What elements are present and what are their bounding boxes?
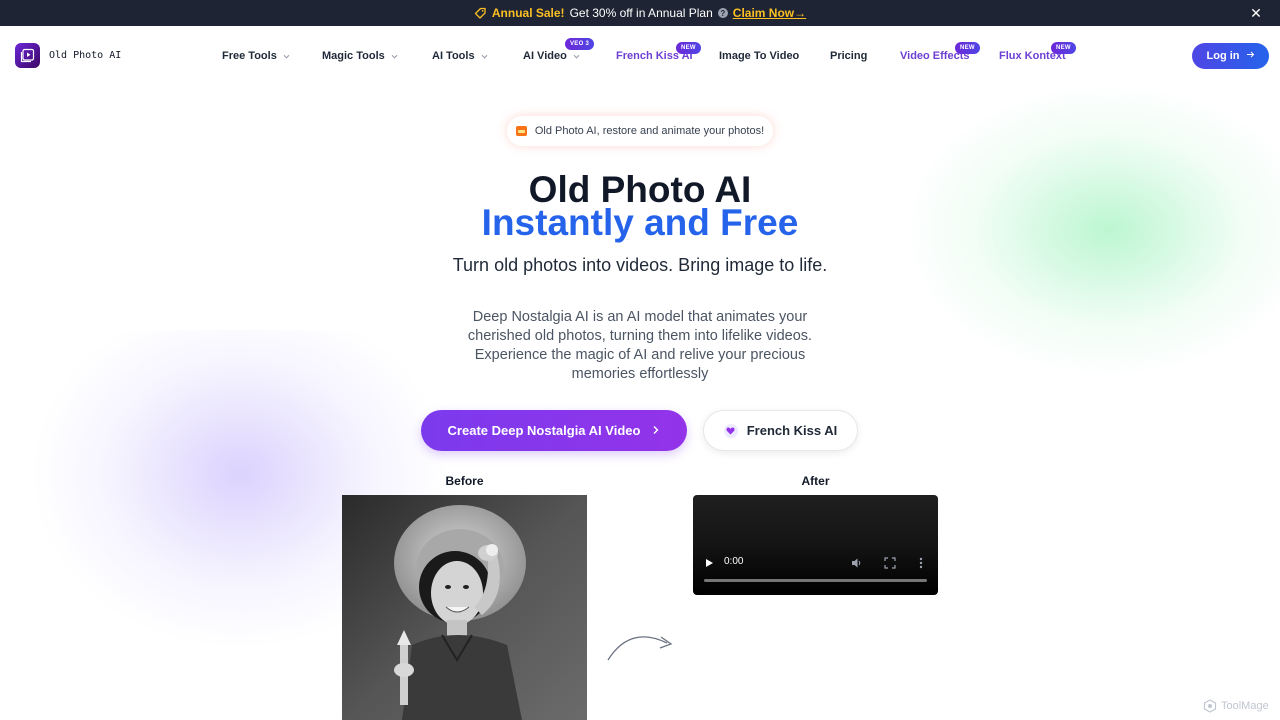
- chevron-down-icon: [573, 54, 580, 59]
- create-video-button[interactable]: Create Deep Nostalgia AI Video: [421, 410, 687, 451]
- announcement-bar: Annual Sale! Get 30% off in Annual Plan …: [0, 0, 1280, 26]
- logo-icon: [15, 43, 40, 68]
- nav-magic-tools[interactable]: Magic Tools: [322, 50, 399, 62]
- nav-label: AI Tools: [432, 50, 475, 62]
- heart-icon: [723, 423, 738, 438]
- new-badge: NEW: [955, 42, 980, 54]
- arrow-right-icon: [1246, 50, 1255, 62]
- more-options-icon[interactable]: [919, 557, 923, 569]
- watermark-text: ToolMage: [1221, 700, 1269, 712]
- chevron-down-icon: [481, 54, 487, 59]
- volume-icon[interactable]: [851, 557, 863, 569]
- after-label: After: [801, 474, 830, 488]
- hero-description: Deep Nostalgia AI is an AI model that an…: [467, 309, 813, 382]
- nav-image-to-video[interactable]: Image To Video: [719, 50, 799, 62]
- nav-label: Free Tools: [222, 50, 277, 62]
- veo3-badge: VEO 3: [565, 38, 595, 50]
- chevron-right-icon: [652, 423, 660, 438]
- logo[interactable]: Old Photo AI: [15, 43, 121, 68]
- pill-text: Old Photo AI, restore and animate your p…: [534, 125, 765, 137]
- fullscreen-icon[interactable]: [884, 557, 896, 569]
- nav-label: AI Video: [523, 50, 567, 62]
- new-badge: NEW: [676, 42, 701, 54]
- french-kiss-button[interactable]: French Kiss AI: [703, 410, 858, 451]
- before-photo: [342, 495, 587, 720]
- close-icon[interactable]: ✕: [1248, 5, 1264, 21]
- watermark-logo-icon: [1203, 699, 1217, 713]
- tag-icon: [474, 7, 487, 20]
- nav-ai-video[interactable]: AI Video: [523, 50, 581, 62]
- before-label: Before: [445, 474, 484, 488]
- video-time: 0:00: [724, 556, 744, 567]
- logo-text: Old Photo AI: [49, 50, 122, 61]
- watermark: ToolMage: [1203, 699, 1269, 713]
- french-kiss-label: French Kiss AI: [746, 423, 838, 438]
- chevron-down-icon: [391, 54, 398, 59]
- nav-free-tools[interactable]: Free Tools: [222, 50, 291, 62]
- sale-label: Annual Sale!: [491, 6, 565, 20]
- create-video-label: Create Deep Nostalgia AI Video: [447, 423, 641, 438]
- chevron-down-icon: [283, 54, 290, 59]
- after-video-player[interactable]: 0:00: [693, 495, 938, 595]
- curved-arrow-icon: [607, 636, 673, 661]
- info-icon[interactable]: ?: [717, 8, 728, 18]
- nav-ai-tools[interactable]: AI Tools: [432, 50, 489, 62]
- hero-title-highlight: Instantly and Free: [481, 202, 799, 243]
- video-progress-bar[interactable]: [704, 579, 927, 582]
- play-icon[interactable]: [704, 558, 714, 568]
- nav-pricing[interactable]: Pricing: [830, 50, 867, 62]
- site-header: Old Photo AI Free Tools Magic Tools AI T…: [0, 26, 1280, 86]
- login-label: Log in: [1206, 50, 1240, 62]
- login-button[interactable]: Log in: [1192, 43, 1269, 69]
- hero-subtitle: Turn old photos into videos. Bring image…: [452, 255, 828, 275]
- sale-message: Get 30% off in Annual Plan: [569, 6, 713, 20]
- claim-now-link[interactable]: Claim Now→: [733, 6, 806, 20]
- nav-label: Pricing: [830, 50, 868, 62]
- nav-label: Magic Tools: [322, 50, 385, 62]
- new-badge: NEW: [1051, 42, 1076, 54]
- nav-label: Image To Video: [719, 50, 800, 62]
- hero-tagline-pill: Old Photo AI, restore and animate your p…: [507, 116, 773, 146]
- photo-icon: [515, 126, 527, 136]
